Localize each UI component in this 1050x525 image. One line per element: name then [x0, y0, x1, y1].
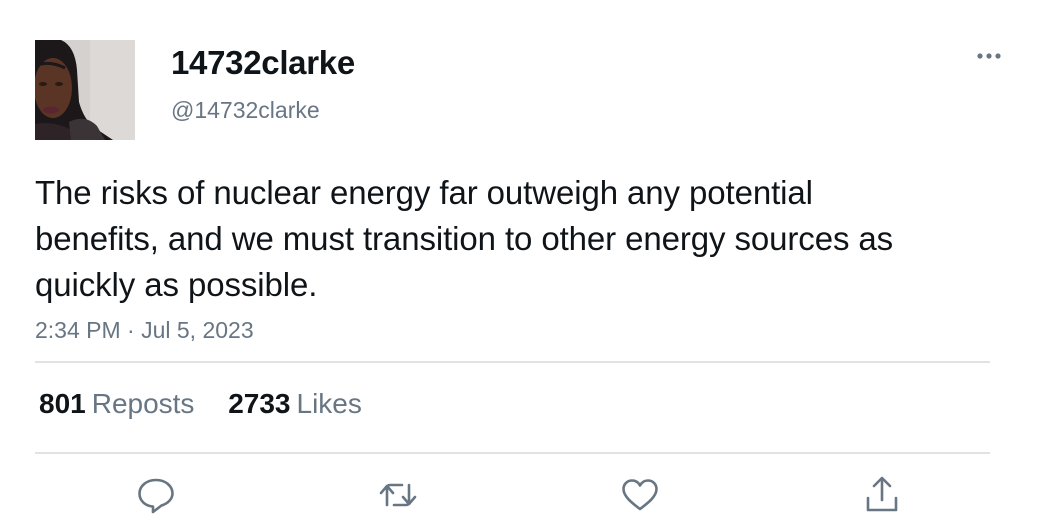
- avatar[interactable]: [35, 40, 135, 140]
- more-horizontal-icon: [977, 53, 1001, 59]
- retweet-icon: [379, 483, 417, 507]
- tweet-card: 14732clarke @14732clarke The risks of nu…: [0, 0, 1050, 525]
- heart-icon: [622, 479, 658, 511]
- avatar-photo: [35, 40, 135, 140]
- more-options-button[interactable]: [970, 42, 1008, 70]
- engagement-stats: 801 Reposts 2733 Likes: [39, 387, 388, 421]
- reply-button[interactable]: [134, 474, 178, 516]
- reply-icon: [138, 478, 174, 514]
- share-icon: [866, 476, 898, 512]
- reposts-stat[interactable]: 801 Reposts: [39, 387, 194, 421]
- user-handle[interactable]: @14732clarke: [171, 95, 320, 125]
- display-name[interactable]: 14732clarke: [171, 44, 355, 82]
- likes-stat[interactable]: 2733 Likes: [228, 387, 362, 421]
- likes-label: Likes: [296, 388, 362, 419]
- like-button[interactable]: [618, 474, 662, 516]
- tweet-text: The risks of nuclear energy far outweigh…: [35, 174, 894, 303]
- share-button[interactable]: [860, 474, 904, 516]
- reposts-count: 801: [39, 388, 86, 419]
- retweet-button[interactable]: [376, 474, 420, 516]
- divider: [35, 361, 990, 363]
- divider: [35, 452, 990, 454]
- reposts-label: Reposts: [91, 388, 195, 419]
- tweet-timestamp[interactable]: 2:34 PM · Jul 5, 2023: [35, 315, 254, 345]
- likes-count: 2733: [228, 388, 291, 419]
